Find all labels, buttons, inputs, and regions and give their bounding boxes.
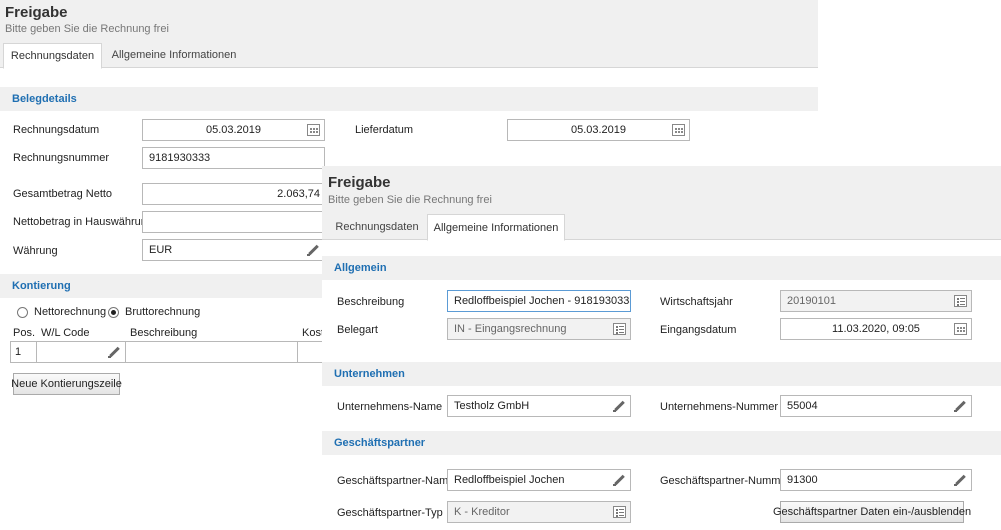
gp-typ-label: Geschäftspartner-Typ (337, 507, 443, 519)
radio-bruttorechnung-label: Bruttorechnung (125, 306, 201, 318)
gp-typ-value: K - Kreditor (454, 506, 510, 518)
gesamtbetrag-field[interactable]: 2.063,74 (142, 183, 325, 205)
pencil-icon[interactable] (307, 245, 319, 257)
gp-nummer-label: Geschäftspartner-Nummer (660, 475, 791, 487)
front-header: Freigabe Bitte geben Sie die Rechnung fr… (322, 166, 1001, 241)
calendar-icon[interactable] (307, 124, 320, 136)
gp-toggle-button[interactable]: Geschäftspartner Daten ein-/ausblenden (773, 501, 971, 523)
gp-nummer-value: 91300 (787, 474, 818, 486)
waehrung-field[interactable]: EUR (142, 239, 325, 261)
wirtschaftsjahr-field[interactable]: 20190101 (780, 290, 972, 312)
pencil-icon[interactable] (613, 401, 625, 413)
pencil-icon[interactable] (954, 475, 966, 487)
unternehmen-nummer-value: 55004 (787, 400, 818, 412)
waehrung-value: EUR (149, 244, 173, 256)
neue-kontierungszeile-button[interactable]: Neue Kontierungszeile (11, 373, 122, 395)
col-header-beschreibung: Beschreibung (130, 327, 198, 339)
col-header-kost: Kost (302, 327, 325, 339)
nettobetrag-field[interactable] (142, 211, 325, 233)
unternehmen-nummer-label: Unternehmens-Nummer (660, 401, 778, 413)
gp-nummer-field[interactable]: 91300 (780, 469, 972, 491)
wirtschaftsjahr-value: 20190101 (787, 295, 836, 307)
row-beschreibung-cell[interactable] (125, 341, 298, 363)
calendar-icon[interactable] (954, 323, 967, 335)
unternehmen-name-field[interactable]: Testholz GmbH (447, 395, 631, 417)
section-belegdetails: Belegdetails (0, 87, 818, 111)
radio-nettorechnung[interactable] (17, 307, 28, 318)
beschreibung-label: Beschreibung (337, 296, 405, 308)
col-header-wl-code: W/L Code (41, 327, 90, 339)
front-panel: Freigabe Bitte geben Sie die Rechnung fr… (322, 166, 1001, 530)
tab-rechnungsdaten[interactable]: Rechnungsdaten (327, 214, 427, 239)
page-title: Freigabe (328, 174, 391, 191)
belegart-field[interactable]: IN - Eingangsrechnung (447, 318, 631, 340)
back-header: Freigabe Bitte geben Sie die Rechnung fr… (0, 0, 818, 69)
list-icon[interactable] (954, 295, 967, 307)
gp-typ-field[interactable]: K - Kreditor (447, 501, 631, 523)
tab-allgemeine-informationen[interactable]: Allgemeine Informationen (427, 214, 565, 241)
list-icon[interactable] (613, 323, 626, 335)
unternehmen-name-label: Unternehmens-Name (337, 401, 443, 413)
section-allgemein: Allgemein (322, 256, 1001, 280)
section-unternehmen: Unternehmen (322, 362, 1001, 386)
rechnungsdatum-value: 05.03.2019 (205, 124, 262, 136)
eingangsdatum-field[interactable]: 11.03.2020, 09:05 (780, 318, 972, 340)
lieferdatum-field[interactable]: 05.03.2019 (507, 119, 690, 141)
rechnungsdatum-label: Rechnungsdatum (13, 124, 100, 136)
pencil-icon[interactable] (954, 401, 966, 413)
rechnungsnummer-field[interactable]: 9181930333 (142, 147, 325, 169)
gp-name-field[interactable]: Redloffbeispiel Jochen (447, 469, 631, 491)
row-pos-cell[interactable]: 1 (10, 341, 37, 363)
radio-bruttorechnung[interactable] (108, 307, 119, 318)
lieferdatum-value: 05.03.2019 (570, 124, 627, 136)
wirtschaftsjahr-label: Wirtschaftsjahr (660, 296, 733, 308)
waehrung-label: Währung (13, 245, 58, 257)
section-geschaeftspartner: Geschäftspartner (322, 431, 1001, 455)
gp-name-label: Geschäftspartner-Name (337, 475, 455, 487)
gesamtbetrag-label: Gesamtbetrag Netto (13, 188, 113, 200)
lieferdatum-label: Lieferdatum (355, 124, 414, 136)
page-title: Freigabe (5, 4, 68, 21)
gp-name-value: Redloffbeispiel Jochen (454, 474, 565, 486)
rechnungsnummer-label: Rechnungsnummer (13, 152, 109, 164)
col-header-pos: Pos. (13, 327, 36, 339)
eingangsdatum-value: 11.03.2020, 09:05 (832, 323, 920, 335)
unternehmen-name-value: Testholz GmbH (454, 400, 530, 412)
tab-rechnungsdaten[interactable]: Rechnungsdaten (3, 43, 102, 69)
radio-nettorechnung-label: Nettorechnung (34, 306, 107, 318)
nettobetrag-label: Nettobetrag in Hauswährung (13, 216, 154, 228)
page-subtitle: Bitte geben Sie die Rechnung frei (5, 23, 169, 35)
beschreibung-input[interactable]: Redloffbeispiel Jochen - 9181930333 - 20 (447, 290, 631, 312)
calendar-icon[interactable] (672, 124, 685, 136)
pencil-icon[interactable] (613, 475, 625, 487)
page-subtitle: Bitte geben Sie die Rechnung frei (328, 194, 492, 206)
row-wl-code-cell[interactable] (36, 341, 126, 363)
tab-bar: Rechnungsdaten Allgemeine Informationen (322, 214, 1001, 241)
belegart-label: Belegart (337, 324, 378, 336)
tab-allgemeine-informationen[interactable]: Allgemeine Informationen (108, 43, 240, 67)
eingangsdatum-label: Eingangsdatum (660, 324, 737, 336)
rechnungsdatum-field[interactable]: 05.03.2019 (142, 119, 325, 141)
list-icon[interactable] (613, 506, 626, 518)
pencil-icon[interactable] (108, 347, 120, 359)
tab-bar: Rechnungsdaten Allgemeine Informationen (0, 43, 818, 69)
belegart-value: IN - Eingangsrechnung (454, 323, 567, 335)
unternehmen-nummer-field[interactable]: 55004 (780, 395, 972, 417)
